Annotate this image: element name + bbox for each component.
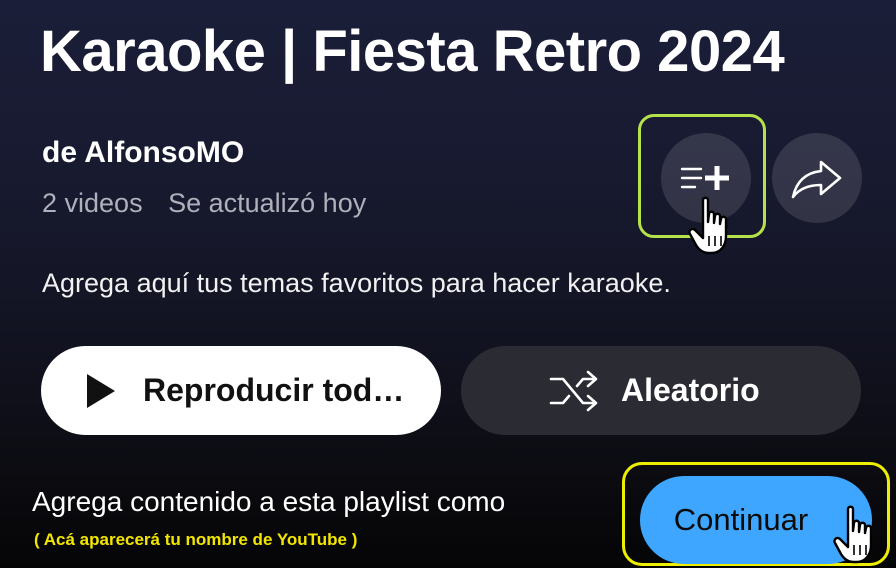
playlist-title: Karaoke | Fiesta Retro 2024 bbox=[40, 19, 785, 84]
share-button[interactable] bbox=[772, 133, 862, 223]
hand-cursor-icon bbox=[688, 196, 728, 255]
share-arrow-icon bbox=[791, 160, 842, 199]
updated-text: Se actualizó hoy bbox=[168, 188, 367, 218]
playlist-meta: 2 videos Se actualizó hoy bbox=[42, 188, 366, 219]
username-hint: ( Acá aparecerá tu nombre de YouTube ) bbox=[34, 530, 358, 549]
playlist-add-icon bbox=[680, 166, 729, 190]
shuffle-icon bbox=[549, 370, 598, 411]
playlist-description: Agrega aquí tus temas favoritos para hac… bbox=[42, 268, 671, 298]
shuffle-button[interactable]: Aleatorio bbox=[461, 346, 861, 435]
playlist-owner[interactable]: de AlfonsoMO bbox=[42, 136, 244, 170]
shuffle-label: Aleatorio bbox=[621, 372, 760, 408]
video-count: 2 videos bbox=[42, 188, 143, 218]
play-all-label: Reproducir tod… bbox=[143, 372, 405, 408]
hand-cursor-icon bbox=[833, 505, 873, 564]
play-all-button[interactable]: Reproducir tod… bbox=[41, 346, 441, 435]
collab-prompt: Agrega contenido a esta playlist como bbox=[32, 486, 506, 517]
play-icon bbox=[87, 373, 115, 408]
